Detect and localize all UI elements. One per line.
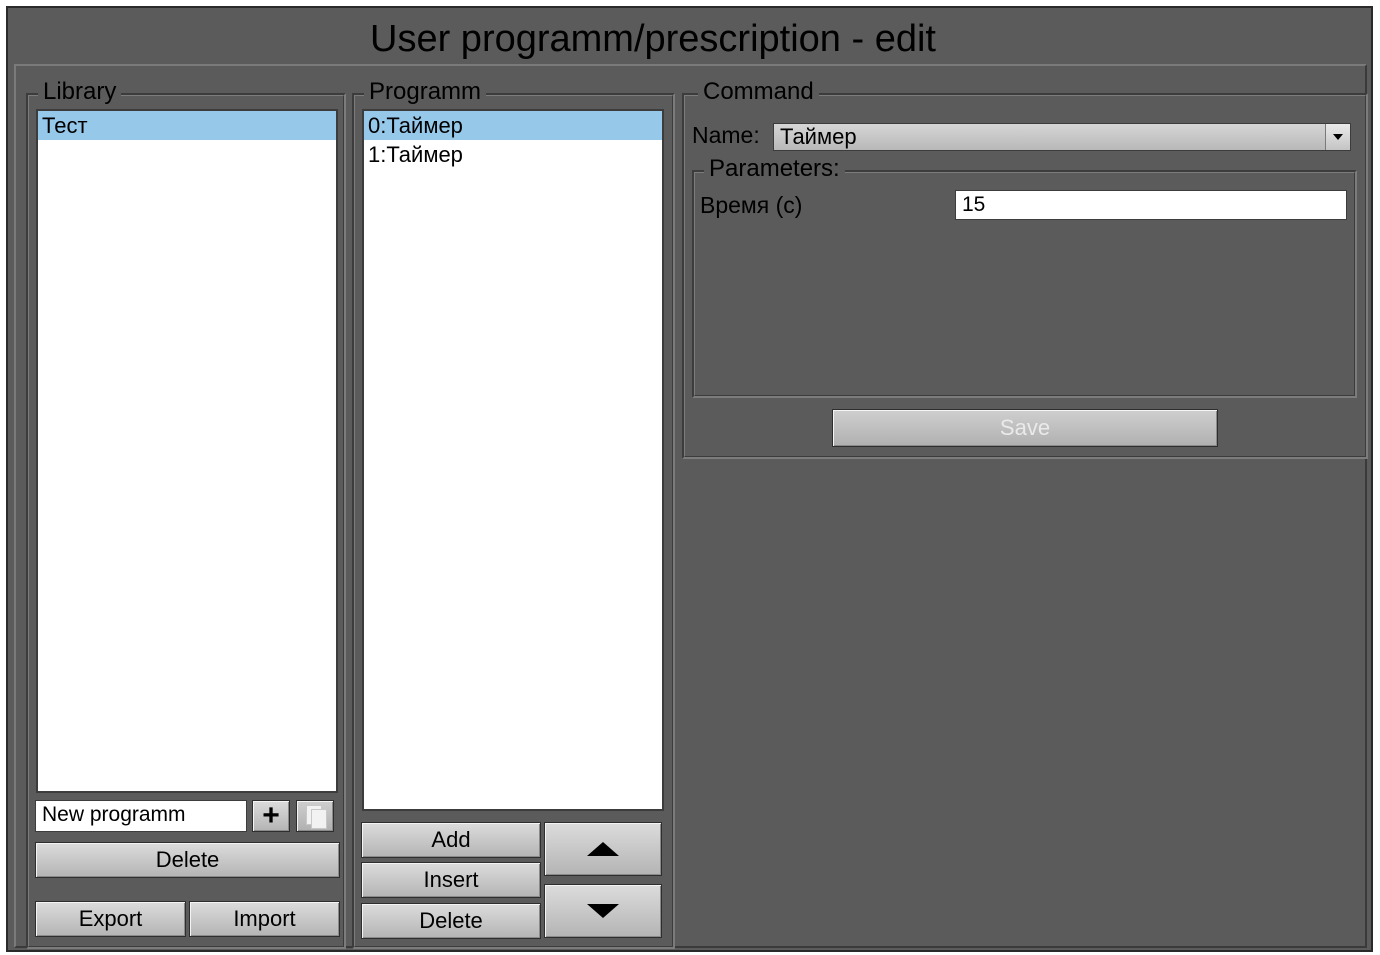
command-group: Command Name: Таймер Parameters: Время (… [682,78,1368,459]
move-up-button[interactable] [544,822,662,876]
plus-icon: + [262,799,280,832]
copy-programm-button[interactable] [296,800,334,832]
content-area: Library Тест New programm + Delete Expor… [14,64,1368,949]
add-programm-button[interactable]: + [252,800,290,832]
programm-group: Programm 0:Таймер 1:Таймер Add Insert De… [352,78,675,949]
library-legend: Library [38,78,122,106]
programm-list-item[interactable]: 1:Таймер [364,140,662,169]
parameter-label: Время (с) [700,192,803,218]
arrow-down-icon [587,904,619,918]
arrow-up-icon [587,842,619,856]
library-group: Library Тест New programm + Delete Expor… [26,78,346,949]
programm-legend: Programm [364,78,487,106]
new-programm-input[interactable]: New programm [35,800,247,832]
library-list[interactable]: Тест [36,109,338,793]
save-button[interactable]: Save [832,409,1218,447]
delete-step-button[interactable]: Delete [361,903,541,939]
parameter-value-input[interactable]: 15 [955,190,1347,220]
command-legend: Command [698,78,819,106]
editor-window: User programm/prescription - edit Librar… [6,6,1373,952]
insert-step-button[interactable]: Insert [361,862,541,898]
programm-list-item[interactable]: 0:Таймер [364,111,662,140]
parameters-group: Parameters: Время (с) 15 [692,155,1357,398]
move-down-button[interactable] [544,884,662,938]
library-list-item[interactable]: Тест [38,111,336,140]
command-name-value: Таймер [780,124,857,149]
chevron-down-icon [1325,124,1350,150]
add-step-button[interactable]: Add [361,822,541,858]
name-label: Name: [692,122,760,148]
parameters-legend: Parameters: [704,155,845,183]
library-delete-button[interactable]: Delete [35,842,340,878]
copy-icon [304,804,327,829]
command-name-select[interactable]: Таймер [773,123,1351,151]
import-button[interactable]: Import [189,901,340,937]
programm-list[interactable]: 0:Таймер 1:Таймер [362,109,664,811]
export-button[interactable]: Export [35,901,186,937]
window-title: User programm/prescription - edit [370,18,936,60]
